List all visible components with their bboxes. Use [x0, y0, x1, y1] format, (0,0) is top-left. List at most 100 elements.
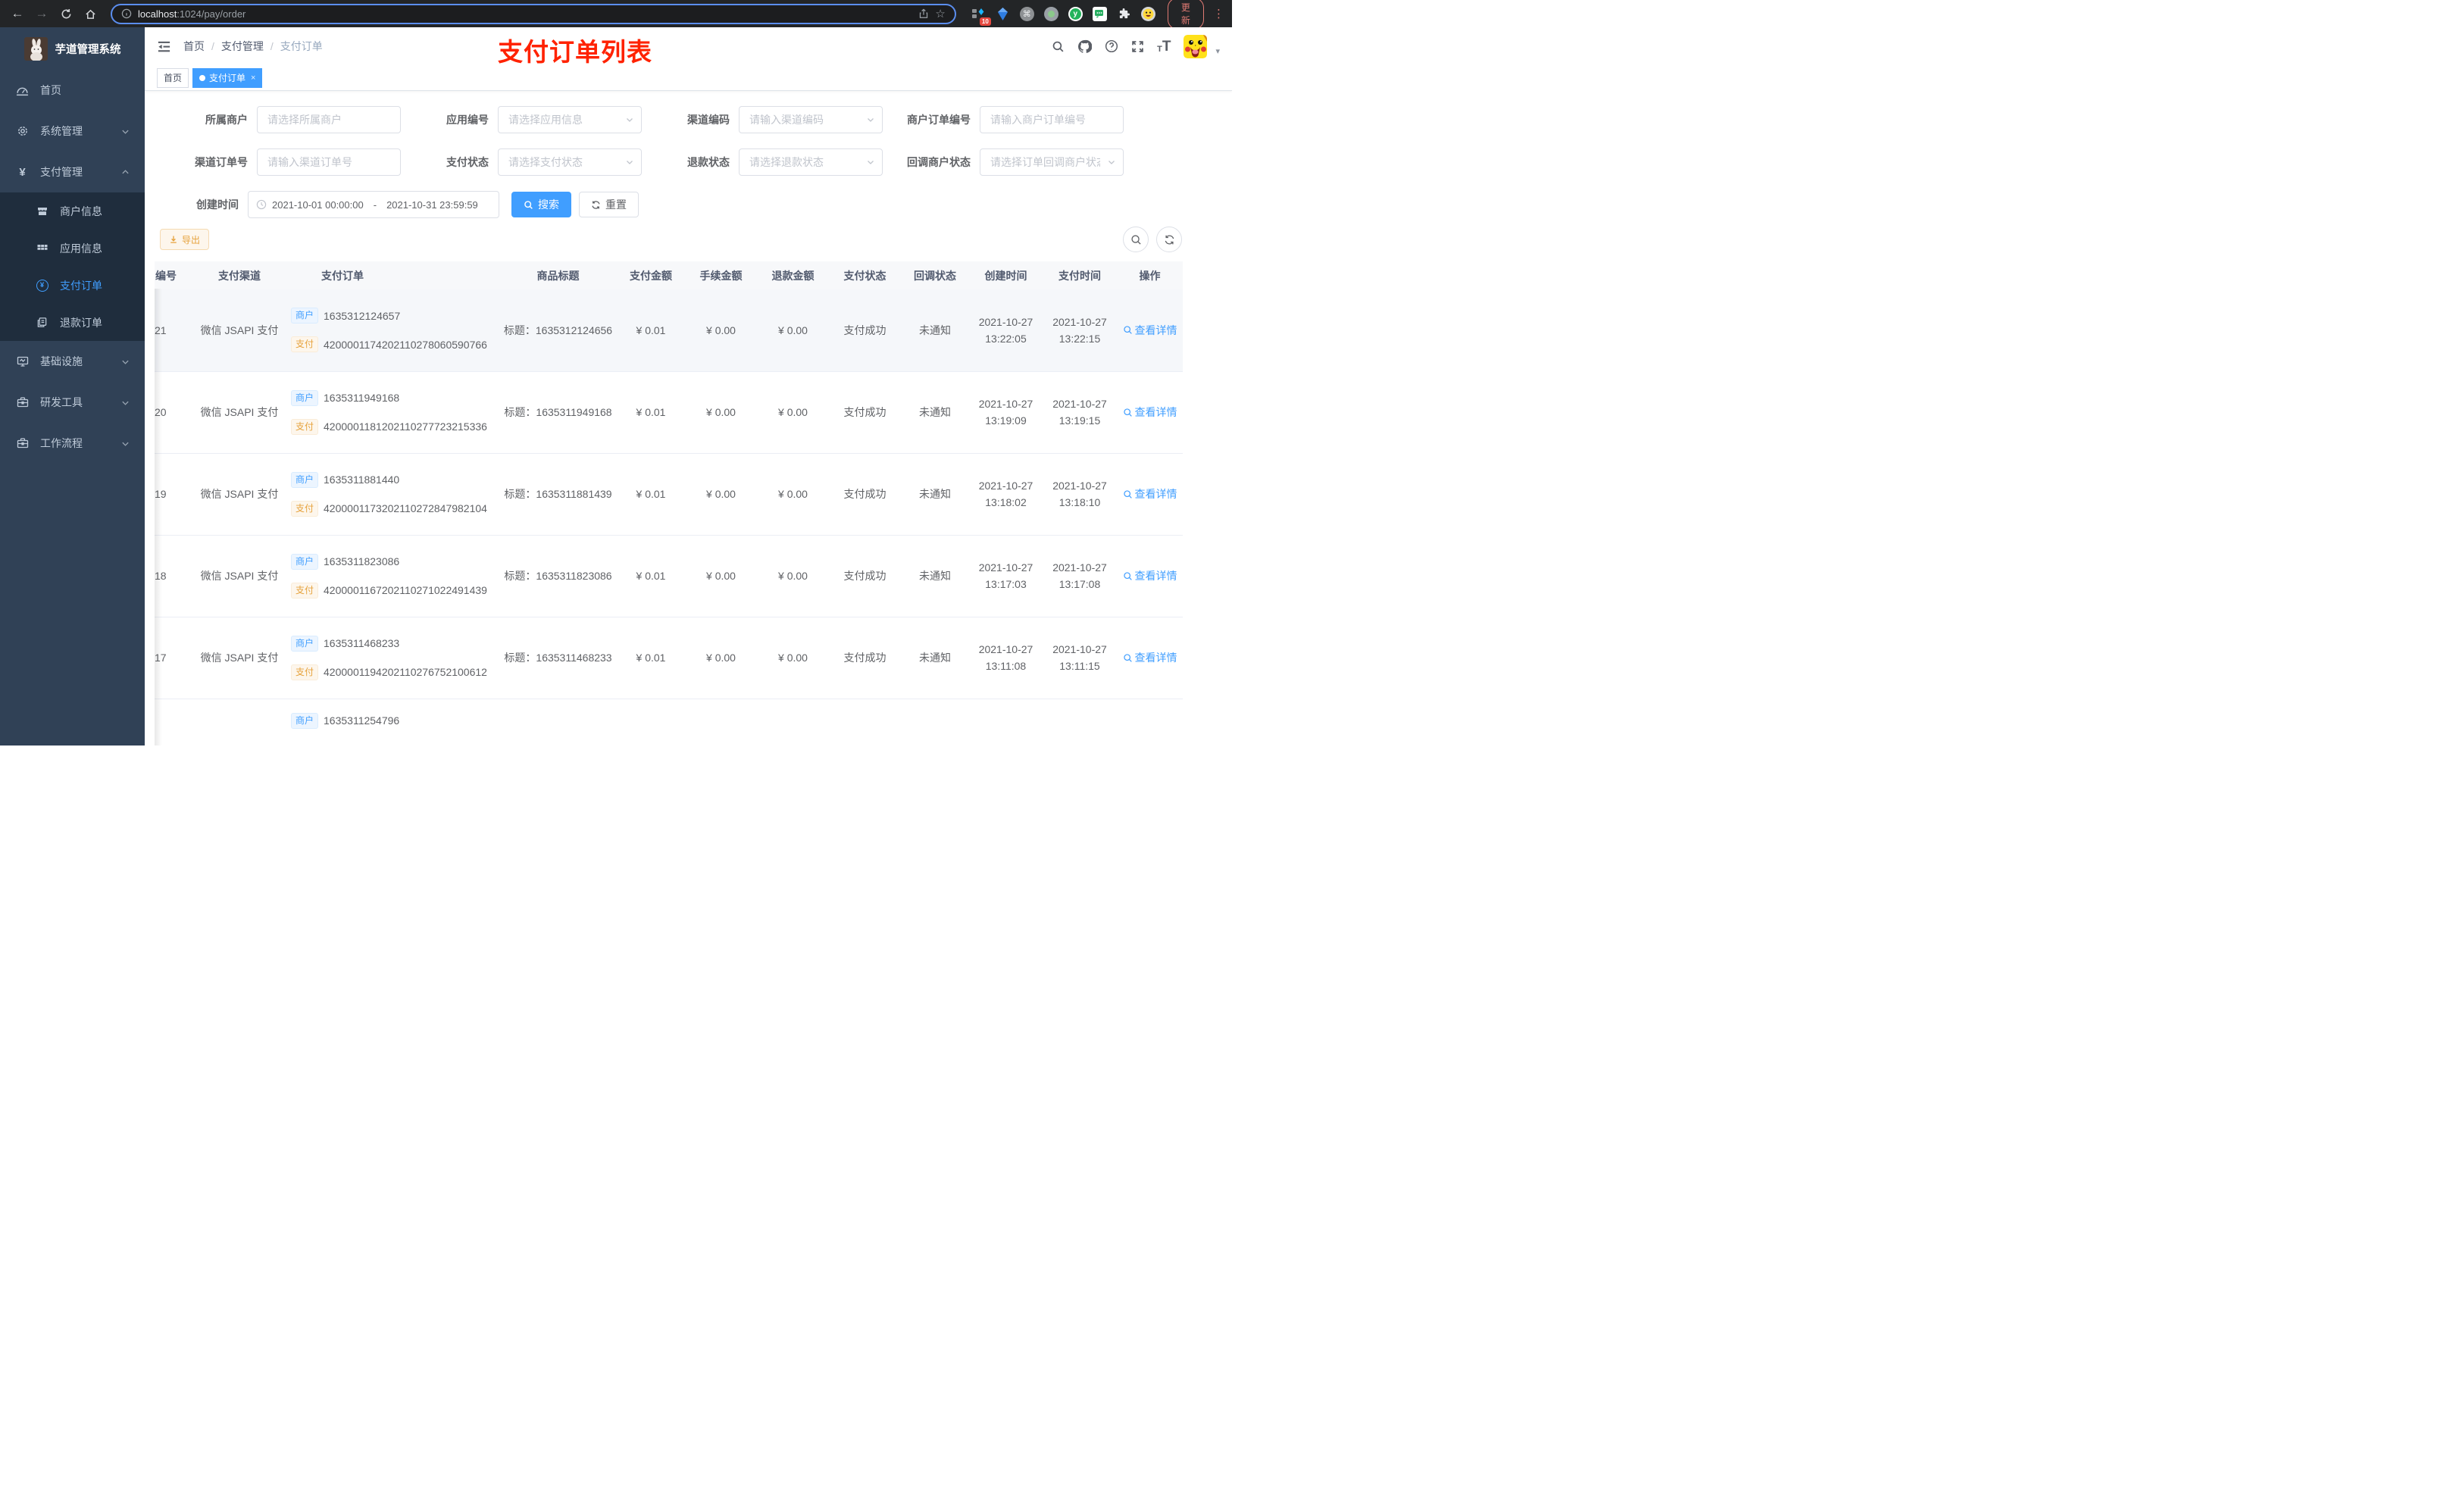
github-icon[interactable] [1077, 39, 1093, 54]
sidebar-item-infra[interactable]: 基础设施 [0, 341, 145, 382]
download-icon [170, 236, 177, 243]
share-icon[interactable] [918, 8, 929, 19]
channel-order-no-input[interactable] [258, 149, 400, 175]
sidebar-item-home[interactable]: 首页 [0, 70, 145, 111]
table-row: 20 微信 JSAPI 支付 商户 1635311949168 支付 4200001… [155, 371, 1183, 454]
sidebar-item-pay-order[interactable]: ¥ 支付订单 [0, 267, 145, 304]
date-start: 2021-10-01 00:00:00 [272, 198, 364, 211]
filter-label: 商户订单编号 [907, 114, 971, 126]
browser-forward-button[interactable]: → [32, 4, 52, 23]
tag-pay-order[interactable]: 支付订单 × [192, 67, 263, 88]
site-info-icon[interactable] [121, 8, 132, 19]
pay-no-tag: 支付 [291, 336, 319, 353]
chevron-down-icon [866, 158, 875, 167]
search-icon [1123, 326, 1132, 335]
pay-status-select[interactable] [499, 149, 641, 175]
extension-emoji-icon[interactable] [1140, 6, 1155, 21]
view-detail-link[interactable]: 查看详情 [1123, 650, 1177, 665]
url-bar[interactable]: localhost:1024/pay/order ☆ [111, 3, 956, 24]
sidebar-item-merchant-info[interactable]: 商户信息 [0, 192, 145, 230]
sidebar-collapse-icon[interactable] [157, 39, 171, 54]
sidebar-item-app-info[interactable]: 应用信息 [0, 230, 145, 267]
breadcrumb-home[interactable]: 首页 [183, 39, 205, 54]
merchant-select[interactable] [258, 107, 400, 133]
channel-code-select[interactable] [740, 107, 882, 133]
view-detail-link[interactable]: 查看详情 [1123, 405, 1177, 420]
extension-puzzle-icon[interactable] [1117, 7, 1131, 21]
merchant-order-no-input[interactable] [980, 107, 1123, 133]
sidebar-item-workflow[interactable]: 工作流程 [0, 423, 145, 464]
refund-status-select[interactable] [740, 149, 882, 175]
sidebar-item-refund-order[interactable]: 退款订单 [0, 304, 145, 341]
app-logo[interactable]: 芋道管理系统 [0, 27, 145, 70]
filter-channel-order-no: 渠道订单号 [160, 148, 401, 176]
notify-status-select[interactable] [980, 149, 1123, 175]
search-icon [1123, 571, 1132, 580]
export-button[interactable]: 导出 [160, 229, 210, 250]
header-search-icon[interactable] [1052, 40, 1065, 53]
search-icon [524, 200, 533, 209]
filter-pay-status: 支付状态 [401, 148, 642, 176]
refresh-table-button[interactable] [1156, 227, 1182, 252]
browser-home-button[interactable] [80, 4, 100, 23]
tag-close-icon[interactable]: × [251, 73, 255, 83]
table-row: 17 微信 JSAPI 支付 商户 1635311468233 支付 4200001… [155, 617, 1183, 699]
chevron-down-icon [121, 439, 130, 448]
col-title: 商品标题 [499, 261, 617, 289]
chevron-down-icon [121, 399, 130, 407]
extension-dot-icon[interactable] [1043, 6, 1058, 21]
bookmark-star-icon[interactable]: ☆ [935, 7, 945, 20]
tag-home[interactable]: 首页 [157, 67, 189, 88]
sidebar-item-dev-tools[interactable]: 研发工具 [0, 382, 145, 423]
browser-back-button[interactable]: ← [8, 4, 27, 23]
extension-devtools-icon[interactable]: 10 [971, 7, 991, 26]
browser-menu-icon[interactable]: ⋮ [1213, 7, 1224, 20]
url-text: localhost:1024/pay/order [138, 8, 246, 20]
font-size-icon[interactable]: TT [1157, 39, 1171, 54]
refresh-icon [1165, 235, 1174, 244]
user-avatar[interactable] [1184, 34, 1208, 58]
toggle-search-button[interactable] [1123, 227, 1149, 252]
avatar-caret-icon[interactable]: ▾ [1215, 46, 1220, 56]
merchant-no-tag: 商户 [291, 553, 319, 570]
view-detail-link[interactable]: 查看详情 [1123, 568, 1177, 583]
browser-toolbar: ← → localhost:1024/pay/order ☆ 10 ⌘ y 更新… [0, 0, 1232, 30]
grid-icon [36, 242, 48, 255]
browser-update-button[interactable]: 更新 [1167, 0, 1204, 30]
filter-label: 创建时间 [196, 198, 239, 211]
table-toolbar: 导出 [160, 227, 1232, 252]
fullscreen-icon[interactable] [1131, 40, 1144, 53]
extension-badge: 10 [979, 17, 991, 26]
pay-order-table: 编号 支付渠道 支付订单 商品标题 支付金额 手续金额 退款金额 支付状态 回调… [155, 261, 1183, 746]
reload-icon [61, 8, 70, 18]
gear-icon [16, 125, 29, 137]
pay-order-icon: ¥ [36, 279, 48, 292]
sidebar-item-system[interactable]: 系统管理 [0, 111, 145, 152]
view-detail-link[interactable]: 查看详情 [1123, 486, 1177, 502]
chevron-down-icon [121, 127, 130, 136]
pay-no-tag: 支付 [291, 418, 319, 435]
browser-reload-button[interactable] [56, 4, 76, 23]
filter-label: 应用编号 [446, 114, 489, 126]
app-select[interactable] [499, 107, 641, 133]
help-icon[interactable] [1105, 39, 1118, 53]
filter-row-1: 所属商户 应用编号 渠道编码 商户订单编号 [160, 106, 1232, 133]
tags-view-bar: 首页 支付订单 × [145, 65, 1232, 91]
col-refund: 退款金额 [757, 261, 829, 289]
pay-status: 支付成功 [829, 289, 901, 372]
view-detail-link[interactable]: 查看详情 [1123, 323, 1177, 338]
reset-button[interactable]: 重置 [579, 192, 639, 217]
col-status: 支付状态 [829, 261, 901, 289]
search-button[interactable]: 搜索 [511, 192, 571, 217]
workflow-icon [16, 437, 29, 449]
extension-chat-icon[interactable] [1092, 6, 1107, 21]
extension-y-icon[interactable]: y [1068, 6, 1083, 21]
extension-command-icon[interactable]: ⌘ [1019, 6, 1034, 21]
breadcrumb-payment[interactable]: 支付管理 [221, 39, 264, 54]
sidebar-item-label: 应用信息 [60, 242, 102, 255]
search-icon [1123, 408, 1132, 417]
sidebar-item-label: 退款订单 [60, 316, 102, 329]
date-range-picker[interactable]: 2021-10-01 00:00:00 - 2021-10-31 23:59:5… [248, 191, 499, 218]
extension-gem-icon[interactable] [996, 7, 1010, 21]
sidebar-item-payment[interactable]: ¥ 支付管理 [0, 152, 145, 192]
